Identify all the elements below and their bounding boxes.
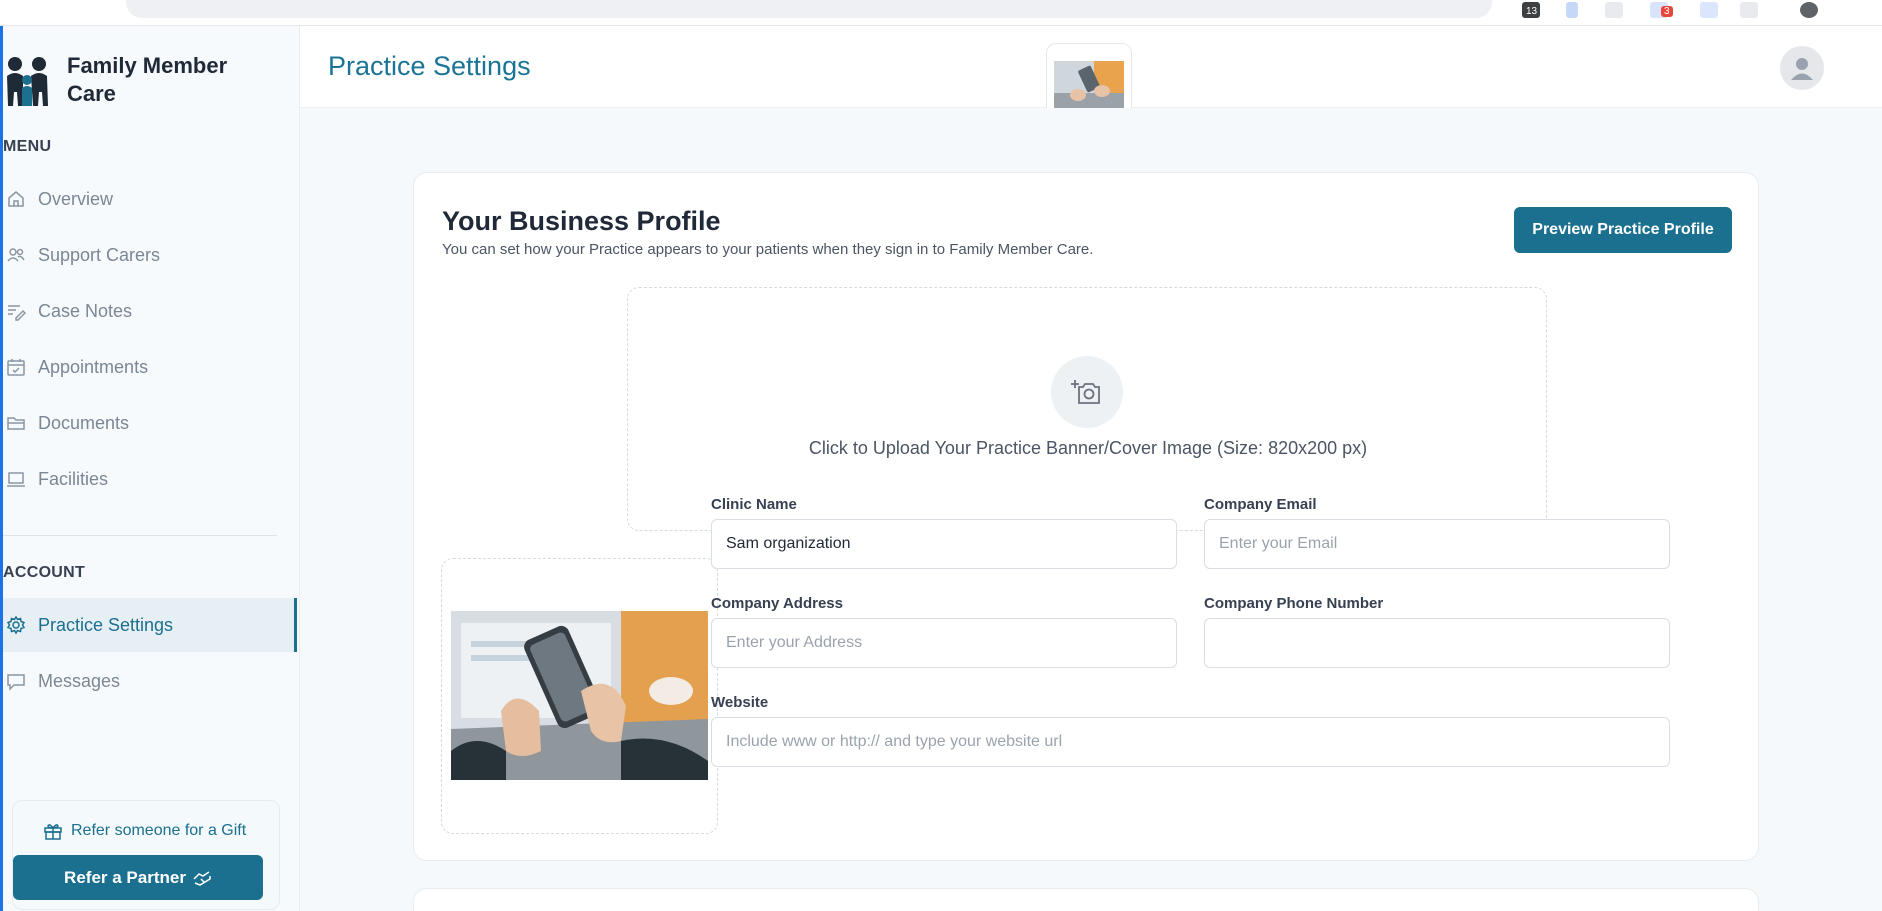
brand-name: Family Member Care [67, 53, 228, 106]
sidebar-item-facilities[interactable]: Facilities [3, 452, 297, 506]
sidebar-item-label: Case Notes [38, 300, 133, 321]
card-subtitle: You can set how your Practice appears to… [442, 241, 1094, 258]
sidebar-item-label: Overview [38, 188, 114, 209]
sidebar-item-practice-settings[interactable]: Practice Settings [3, 598, 297, 652]
banner-upload-text: Click to Upload Your Practice Banner/Cov… [808, 438, 1368, 458]
next-settings-card [413, 888, 1759, 911]
extension-icon[interactable] [1740, 2, 1758, 18]
menu-section-label: MENU [3, 138, 52, 155]
extension-badge: 13 [1523, 6, 1541, 17]
website-input[interactable] [711, 717, 1670, 767]
gift-icon [43, 821, 63, 841]
upload-circle [1051, 356, 1123, 428]
main-content: Your Business Profile You can set how yo… [300, 108, 1882, 911]
chat-icon [5, 670, 27, 692]
user-avatar[interactable] [1780, 46, 1824, 90]
page-title: Practice Settings [328, 51, 531, 81]
extension-icon[interactable] [1566, 2, 1578, 18]
clinic-name-label: Clinic Name [711, 496, 797, 513]
sidebar-item-overview[interactable]: Overview [3, 172, 297, 226]
practice-logo-image [451, 611, 708, 780]
company-address-input[interactable] [711, 618, 1177, 668]
practice-logo-upload[interactable] [441, 558, 718, 834]
sidebar-item-label: Messages [38, 670, 121, 691]
sidebar-divider [3, 535, 277, 536]
sidebar-item-label: Appointments [38, 356, 149, 377]
sidebar: Family Member Care MENU Overview Support… [3, 26, 300, 911]
company-email-input[interactable] [1204, 519, 1670, 569]
business-profile-card: Your Business Profile You can set how yo… [413, 172, 1759, 861]
laptop-icon [5, 468, 27, 490]
refer-partner-label: Refer a Partner [64, 867, 186, 887]
referral-text: Refer someone for a Gift [43, 821, 246, 841]
handshake-icon [192, 869, 212, 887]
sidebar-item-messages[interactable]: Messages [3, 654, 297, 708]
company-address-label: Company Address [711, 595, 843, 612]
company-phone-input[interactable] [1204, 618, 1670, 668]
family-logo-icon [7, 57, 48, 106]
extension-icon[interactable] [1700, 2, 1718, 18]
top-header: Practice Settings [300, 26, 1882, 129]
sidebar-item-label: Facilities [38, 468, 109, 489]
browser-toolbar: 13 3 [0, 0, 1882, 26]
phone-photo-thumbnail-icon [1054, 61, 1124, 111]
address-bar[interactable] [126, 0, 1492, 18]
clinic-name-input[interactable] [711, 519, 1177, 569]
extension-icon[interactable] [1605, 2, 1623, 18]
sidebar-item-documents[interactable]: Documents [3, 396, 297, 450]
add-photo-icon [1071, 380, 1100, 404]
preview-practice-profile-button[interactable]: Preview Practice Profile [1514, 207, 1732, 253]
home-icon [5, 188, 27, 210]
brand[interactable]: Family Member Care [5, 52, 247, 108]
calendar-check-icon [5, 356, 27, 378]
gear-icon [5, 614, 27, 636]
account-section-label: ACCOUNT [3, 564, 86, 581]
sidebar-item-appointments[interactable]: Appointments [3, 340, 297, 394]
sidebar-item-label: Documents [38, 412, 130, 433]
user-icon [1791, 58, 1813, 80]
sidebar-item-label: Practice Settings [38, 614, 174, 635]
extension-badge: 3 [1661, 6, 1673, 17]
sidebar-item-label: Support Carers [38, 244, 161, 265]
sidebar-item-case-notes[interactable]: Case Notes [3, 284, 297, 338]
banner-upload-area[interactable]: Click to Upload Your Practice Banner/Cov… [627, 287, 1547, 531]
sidebar-item-support-carers[interactable]: Support Carers [3, 228, 297, 282]
users-icon [5, 244, 27, 266]
notes-icon [5, 300, 27, 322]
folder-icon [5, 412, 27, 434]
card-title: Your Business Profile [442, 206, 721, 236]
refer-partner-button[interactable]: Refer a Partner [13, 855, 263, 900]
company-phone-label: Company Phone Number [1204, 595, 1384, 612]
referral-label: Refer someone for a Gift [71, 822, 247, 839]
company-email-label: Company Email [1204, 496, 1317, 513]
website-label: Website [711, 694, 769, 711]
referral-box: Refer someone for a Gift Refer a Partner [12, 800, 280, 910]
profile-icon[interactable] [1800, 2, 1818, 18]
